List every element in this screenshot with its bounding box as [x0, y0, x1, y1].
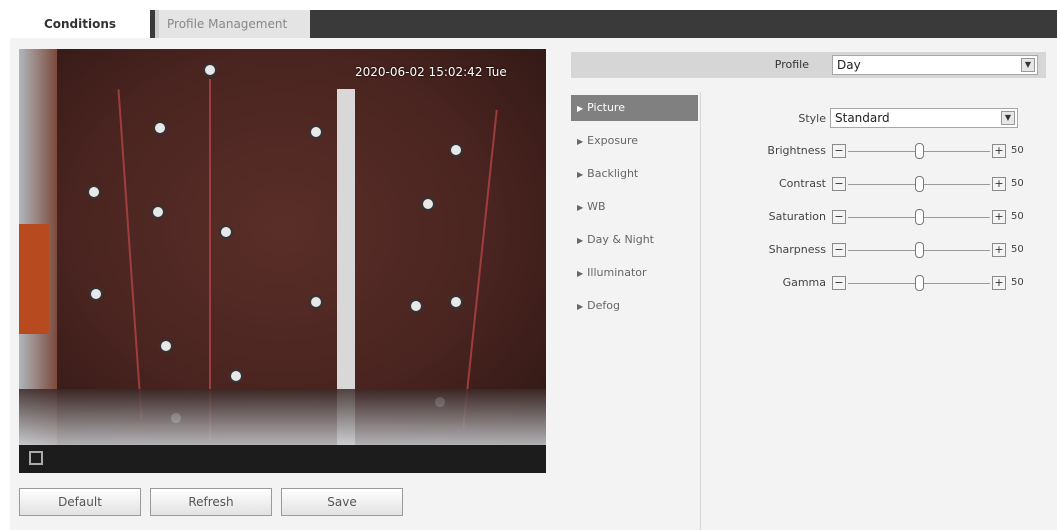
plus-button[interactable]: +: [992, 243, 1006, 257]
video-pole: [449, 295, 463, 309]
video-pole: [409, 299, 423, 313]
slider-label: Gamma: [782, 276, 826, 289]
slider-label: Sharpness: [768, 243, 826, 256]
video-pole: [87, 185, 101, 199]
minus-button[interactable]: −: [832, 177, 846, 191]
slider-value: 50: [1011, 211, 1024, 222]
slider-label: Contrast: [778, 177, 826, 190]
dropdown-arrow-icon: ▼: [1001, 111, 1015, 125]
menu-item-label: Picture: [587, 101, 625, 114]
profile-label: Profile: [774, 58, 809, 71]
style-label: Style: [798, 112, 826, 125]
fullscreen-icon[interactable]: [29, 451, 43, 465]
slider-value: 50: [1011, 244, 1024, 255]
tab-bar: Conditions Profile Management: [10, 10, 1057, 38]
bullet-icon: ▶: [577, 302, 584, 311]
tab-conditions[interactable]: Conditions: [10, 10, 150, 38]
plus-button[interactable]: +: [992, 276, 1006, 290]
video-pole: [89, 287, 103, 301]
save-button[interactable]: Save: [281, 488, 403, 516]
bullet-icon: ▶: [577, 137, 584, 146]
profile-select[interactable]: Day ▼: [832, 55, 1038, 75]
video-pole: [159, 339, 173, 353]
slider-thumb[interactable]: [915, 275, 924, 291]
video-pole: [153, 121, 167, 135]
style-select-value: Standard: [835, 111, 890, 125]
menu-item-illuminator[interactable]: ▶ Illuminator: [571, 260, 698, 286]
video-floor-line: [462, 109, 498, 429]
slider-value: 50: [1011, 145, 1024, 156]
menu-item-label: Day & Night: [587, 233, 654, 246]
video-pole: [309, 295, 323, 309]
video-pole: [229, 369, 243, 383]
plus-button[interactable]: +: [992, 144, 1006, 158]
minus-button[interactable]: −: [832, 210, 846, 224]
slider-thumb[interactable]: [915, 176, 924, 192]
slider-label: Saturation: [768, 210, 826, 223]
menu-item-label: Exposure: [587, 134, 639, 147]
minus-button[interactable]: −: [832, 243, 846, 257]
bullet-icon: ▶: [577, 269, 584, 278]
menu-item-picture[interactable]: ▶ Picture: [571, 95, 698, 121]
menu-item-day-night[interactable]: ▶ Day & Night: [571, 227, 698, 253]
video-pole: [203, 63, 217, 77]
osd-timestamp: 2020-06-02 15:02:42 Tue: [355, 65, 507, 79]
video-floor-line: [117, 89, 143, 419]
video-wall-bottom: [19, 389, 546, 445]
video-frame: 2020-06-02 15:02:42 Tue: [19, 49, 546, 445]
video-wall-orange: [19, 224, 49, 334]
video-floor-line: [209, 79, 211, 439]
bullet-icon: ▶: [577, 203, 584, 212]
menu-item-label: Illuminator: [587, 266, 647, 279]
bullet-icon: ▶: [577, 104, 584, 113]
dropdown-arrow-icon: ▼: [1021, 58, 1035, 72]
live-video-view[interactable]: 2020-06-02 15:02:42 Tue: [19, 49, 546, 473]
minus-button[interactable]: −: [832, 144, 846, 158]
plus-button[interactable]: +: [992, 210, 1006, 224]
video-pole: [219, 225, 233, 239]
slider-value: 50: [1011, 178, 1024, 189]
plus-button[interactable]: +: [992, 177, 1006, 191]
menu-item-label: WB: [587, 200, 606, 213]
slider-thumb[interactable]: [915, 209, 924, 225]
menu-item-wb[interactable]: ▶ WB: [571, 194, 698, 220]
profile-select-value: Day: [837, 58, 861, 72]
bullet-icon: ▶: [577, 170, 584, 179]
minus-button[interactable]: −: [832, 276, 846, 290]
style-select[interactable]: Standard ▼: [830, 108, 1018, 128]
menu-item-defog[interactable]: ▶ Defog: [571, 293, 698, 319]
slider-label: Brightness: [767, 144, 826, 157]
slider-thumb[interactable]: [915, 242, 924, 258]
video-toolbar: [19, 445, 546, 473]
bullet-icon: ▶: [577, 236, 584, 245]
default-button[interactable]: Default: [19, 488, 141, 516]
profile-bar: Profile Day ▼: [571, 52, 1046, 78]
refresh-button[interactable]: Refresh: [150, 488, 272, 516]
video-pole: [309, 125, 323, 139]
video-pole: [151, 205, 165, 219]
menu-item-exposure[interactable]: ▶ Exposure: [571, 128, 698, 154]
panel-divider: [700, 92, 701, 530]
video-pole: [421, 197, 435, 211]
slider-thumb[interactable]: [915, 143, 924, 159]
video-pole: [449, 143, 463, 157]
tab-profile-management[interactable]: Profile Management: [155, 10, 310, 38]
slider-value: 50: [1011, 277, 1024, 288]
menu-item-label: Defog: [587, 299, 620, 312]
menu-item-backlight[interactable]: ▶ Backlight: [571, 161, 698, 187]
menu-item-label: Backlight: [587, 167, 639, 180]
